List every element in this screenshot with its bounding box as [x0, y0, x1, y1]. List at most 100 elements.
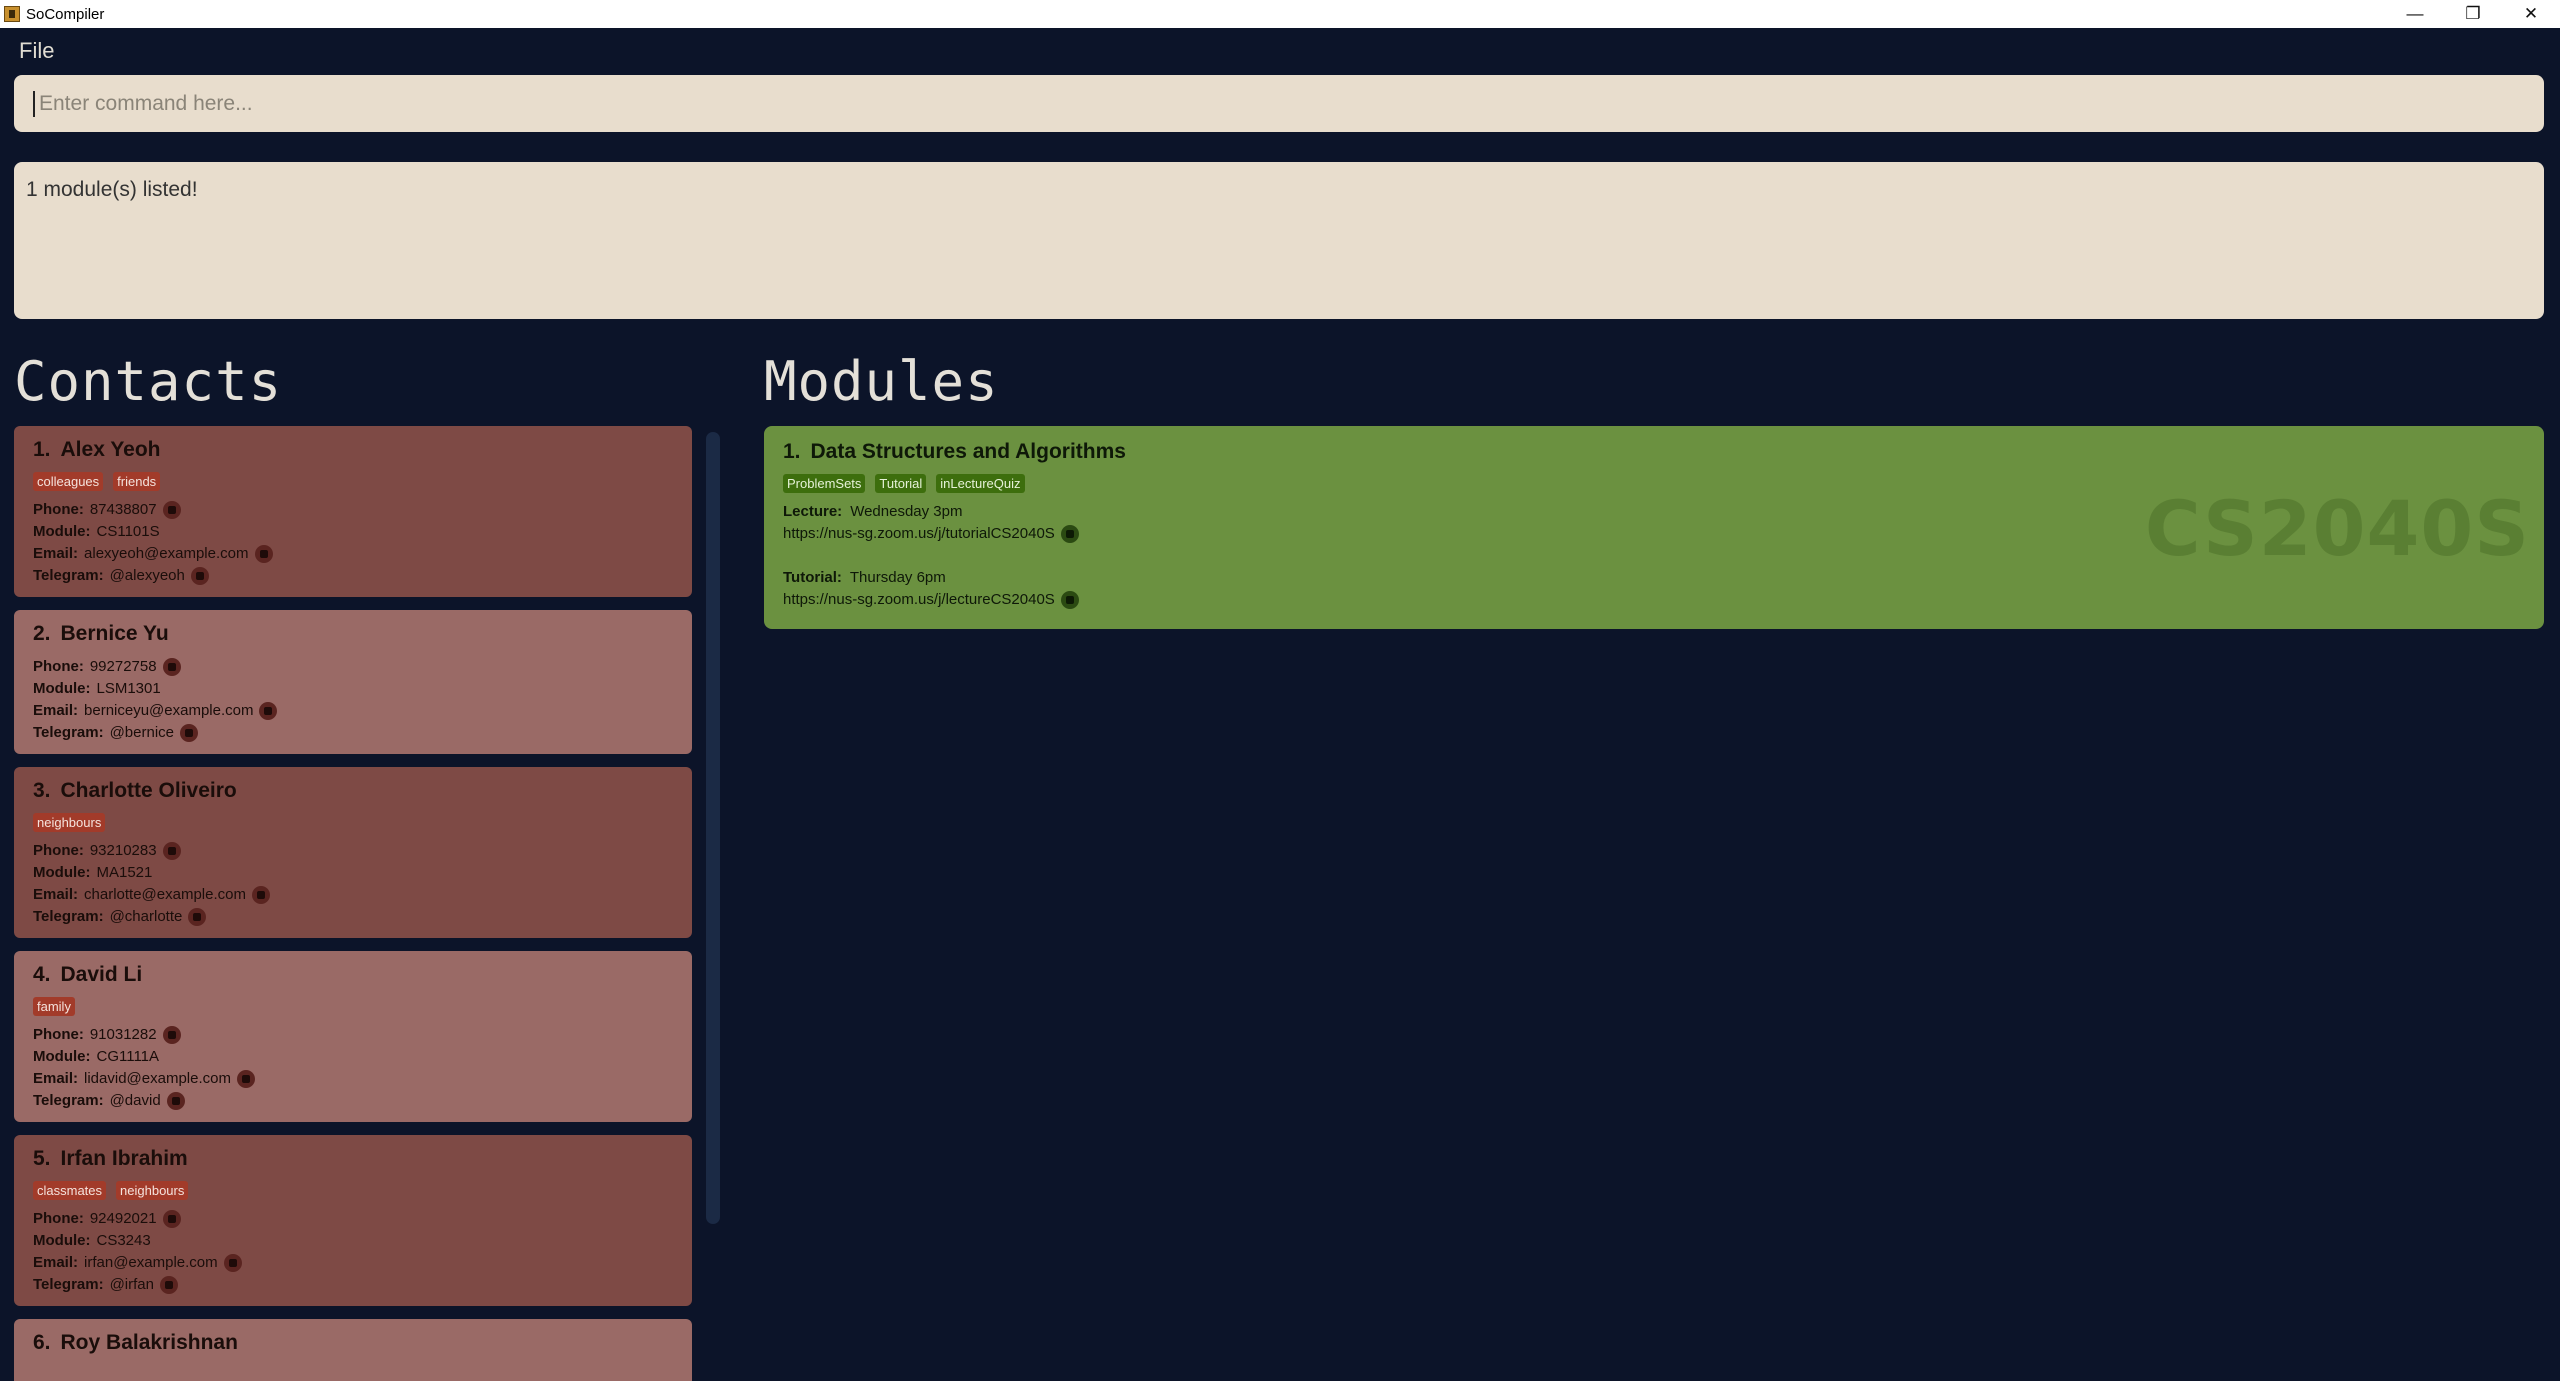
contact-index: 6.: [33, 1331, 51, 1354]
contact-tags: colleagues friends: [33, 472, 673, 491]
contact-index: 2.: [33, 622, 51, 645]
contact-name-row: 2. Bernice Yu: [33, 622, 673, 646]
module-label: Module:: [33, 523, 91, 540]
contact-card[interactable]: 2. Bernice Yu Phone: 99272758 Module: LSM13…: [14, 610, 692, 754]
copy-icon[interactable]: [1060, 591, 1079, 609]
copy-icon[interactable]: [254, 545, 273, 563]
email-value: berniceyu@example.com: [84, 702, 254, 719]
contact-tags: classmates neighbours: [33, 1181, 673, 1200]
contact-tag: neighbours: [33, 813, 106, 832]
lecture-link[interactable]: https://nus-sg.zoom.us/j/tutorialCS2040S: [783, 523, 1055, 545]
tutorial-link[interactable]: https://nus-sg.zoom.us/j/lectureCS2040S: [783, 589, 1055, 611]
module-card[interactable]: 1. Data Structures and Algorithms Problem…: [764, 426, 2544, 629]
contact-email: Email: irfan@example.com: [33, 1252, 673, 1274]
copy-icon[interactable]: [190, 567, 209, 585]
contact-telegram: Telegram: @bernice: [33, 722, 673, 744]
contacts-list[interactable]: 1. Alex Yeoh colleagues friends Phone: 874…: [14, 426, 694, 1381]
module-tag: Tutorial: [875, 474, 927, 493]
copy-icon[interactable]: [162, 658, 181, 676]
module-tag: ProblemSets: [783, 474, 866, 493]
phone-label: Phone:: [33, 501, 84, 518]
email-label: Email:: [33, 545, 79, 562]
module-label: Module:: [33, 864, 91, 881]
module-code-watermark: CS2040S: [2144, 484, 2530, 573]
copy-icon[interactable]: [236, 1070, 255, 1088]
telegram-label: Telegram:: [33, 1276, 104, 1293]
contact-phone: Phone: 91031282: [33, 1024, 673, 1046]
copy-icon[interactable]: [180, 724, 199, 742]
email-label: Email:: [33, 886, 79, 903]
contact-card[interactable]: 3. Charlotte Oliveiro neighbours Phone: 93…: [14, 767, 692, 938]
contact-phone: Phone: 99272758: [33, 656, 673, 678]
phone-value: 99272758: [89, 658, 157, 675]
copy-icon[interactable]: [188, 908, 207, 926]
result-text: 1 module(s) listed!: [26, 178, 198, 201]
phone-value: 93210283: [89, 842, 157, 859]
minimize-button[interactable]: —: [2386, 0, 2444, 28]
contact-name-row: 3. Charlotte Oliveiro: [33, 779, 673, 803]
contact-name: Alex Yeoh: [60, 438, 161, 461]
contact-index: 5.: [33, 1147, 51, 1170]
copy-icon[interactable]: [160, 1276, 178, 1294]
contact-telegram: Telegram: @david: [33, 1090, 673, 1112]
close-button[interactable]: ✕: [2502, 0, 2560, 28]
contact-name-row: 4. David Li: [33, 963, 673, 987]
module-index: 1.: [783, 440, 801, 463]
contact-name: Bernice Yu: [60, 622, 169, 645]
restore-button[interactable]: ❐: [2444, 0, 2502, 28]
lecture-label: Lecture:: [783, 503, 843, 520]
contact-name-row: 5. Irfan Ibrahim: [33, 1147, 673, 1171]
contact-telegram: Telegram: @alexyeoh: [33, 565, 673, 587]
modules-heading: Modules: [764, 350, 999, 413]
copy-icon[interactable]: [166, 1092, 185, 1110]
contacts-scrollbar[interactable]: [706, 432, 720, 1224]
copy-icon[interactable]: [251, 886, 270, 904]
copy-icon[interactable]: [162, 1026, 181, 1044]
contact-index: 3.: [33, 779, 51, 802]
lecture-time: Wednesday 3pm: [850, 503, 963, 520]
contact-tags: family: [33, 997, 673, 1016]
copy-icon[interactable]: [162, 1210, 181, 1228]
email-label: Email:: [33, 1254, 79, 1271]
contact-telegram: Telegram: @irfan: [33, 1274, 673, 1296]
copy-icon[interactable]: [162, 501, 181, 519]
contact-phone: Phone: 93210283: [33, 840, 673, 862]
tutorial-label: Tutorial:: [783, 569, 842, 586]
copy-icon[interactable]: [223, 1254, 242, 1272]
contact-index: 1.: [33, 438, 51, 461]
menu-file[interactable]: File: [19, 38, 54, 64]
phone-value: 87438807: [89, 501, 157, 518]
telegram-label: Telegram:: [33, 724, 104, 741]
window-titlebar: SoCompiler — ❐ ✕: [0, 0, 2560, 28]
contact-tag: colleagues: [33, 472, 104, 491]
command-box: [14, 75, 2544, 132]
copy-icon[interactable]: [162, 842, 181, 860]
contact-name: Irfan Ibrahim: [60, 1147, 188, 1170]
contact-module: Module: CS3243: [33, 1230, 673, 1252]
email-value: charlotte@example.com: [84, 886, 246, 903]
phone-label: Phone:: [33, 1026, 84, 1043]
contacts-heading: Contacts: [14, 350, 283, 413]
command-input[interactable]: [33, 90, 2544, 117]
contact-phone: Phone: 92492021: [33, 1208, 673, 1230]
contact-card[interactable]: 6. Roy Balakrishnan: [14, 1319, 692, 1381]
contact-tag: friends: [113, 472, 161, 491]
telegram-label: Telegram:: [33, 1092, 104, 1109]
contact-name: Charlotte Oliveiro: [60, 779, 237, 802]
contact-email: Email: charlotte@example.com: [33, 884, 673, 906]
telegram-label: Telegram:: [33, 908, 104, 925]
contact-card[interactable]: 5. Irfan Ibrahim classmates neighbours Ph…: [14, 1135, 692, 1306]
email-value: irfan@example.com: [84, 1254, 218, 1271]
email-label: Email:: [33, 1070, 79, 1087]
module-value: MA1521: [96, 864, 153, 881]
contact-tag: neighbours: [116, 1181, 189, 1200]
copy-icon[interactable]: [259, 702, 278, 720]
contact-card[interactable]: 4. David Li family Phone: 91031282 Module:…: [14, 951, 692, 1122]
telegram-value: @bernice: [109, 724, 175, 741]
module-value: CS3243: [96, 1232, 151, 1249]
contact-card[interactable]: 1. Alex Yeoh colleagues friends Phone: 874…: [14, 426, 692, 597]
result-display: 1 module(s) listed!: [14, 162, 2544, 319]
telegram-value: @david: [109, 1092, 161, 1109]
copy-icon[interactable]: [1060, 525, 1079, 543]
contact-tag: family: [33, 997, 75, 1016]
